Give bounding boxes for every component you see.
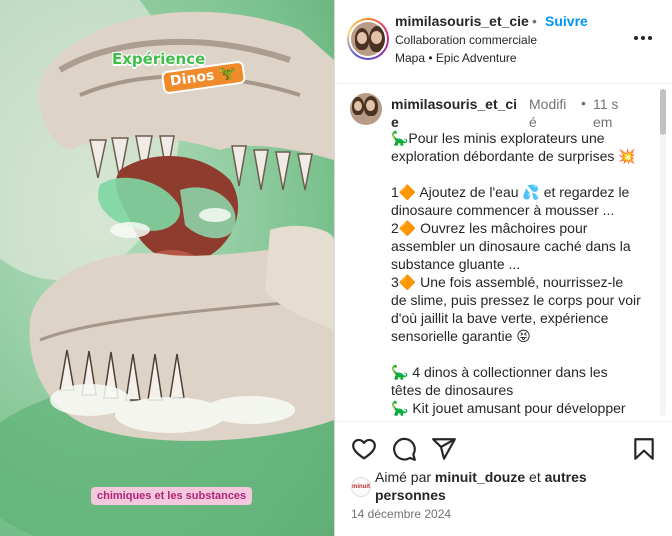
paid-partnership-label[interactable]: Collaboration commerciale [395,33,537,47]
header-separator: • [532,13,537,29]
caption-line: 🦕Pour les minis explorateurs une explora… [391,130,636,164]
experience-sticker: Expérience [112,50,206,68]
caption-username[interactable]: mimilasouris_et_cie [391,95,519,131]
caption-section: mimilasouris_et_cie Modifié • 11 sem 🦕Po… [335,85,672,420]
caption-scrollbar[interactable] [657,85,669,420]
caption-text: 🦕Pour les minis explorateurs une explora… [391,129,641,417]
collaborators-line[interactable]: Mapa • Epic Adventure [395,51,517,65]
edited-label: Modifié [529,96,567,130]
liker-avatar[interactable]: minuit [351,477,371,497]
caption-separator: • [581,95,586,111]
likes-middle: et [525,469,545,485]
bookmark-icon[interactable] [631,436,657,462]
follow-button[interactable]: Suivre [545,13,588,29]
likes-prefix: Aimé par [375,469,435,485]
dinos-sticker-label: Dinos [169,67,216,90]
post-header: mimilasouris_et_cie • Suivre Collaborati… [335,0,672,84]
liker-username[interactable]: minuit_douze [435,469,525,485]
caption-sticker: chimiques et les substances [91,487,253,505]
post-date[interactable]: 14 décembre 2024 [351,507,451,521]
post-age[interactable]: 11 sem [593,95,623,131]
caption-line: 🦕 Kit jouet amusant pour développer [391,400,626,416]
post-image[interactable]: Expérience Dinos 🦖 chimiques et les subs… [0,0,334,536]
dino-sticker-icon: 🦖 [217,64,238,83]
heart-icon[interactable] [351,436,377,462]
caption-avatar[interactable] [350,93,382,125]
caption-line: 2🔶 Ouvrez les mâchoires pour assembler u… [391,220,631,272]
comment-icon[interactable] [391,436,417,462]
author-username[interactable]: mimilasouris_et_cie [395,13,529,29]
more-horizontal-icon[interactable] [631,26,655,50]
post-sidebar: mimilasouris_et_cie • Suivre Collaborati… [334,0,672,536]
likes-summary: minuit Aimé par minuit_douze et autres p… [335,466,672,506]
share-icon[interactable] [431,436,457,462]
caption-line: 🦕 4 dinos à collectionner dans les têtes… [391,364,608,398]
caption-line: 1🔶 Ajoutez de l'eau 💦 et regardez le din… [391,184,630,218]
scrollbar-track[interactable] [660,89,666,416]
caption-line: 3🔶 Une fois assemblé, nourrissez-le de s… [391,274,641,344]
likes-text: Aimé par minuit_douze et autres personne… [375,468,635,504]
author-avatar[interactable] [347,18,389,60]
scrollbar-thumb[interactable] [660,89,666,135]
